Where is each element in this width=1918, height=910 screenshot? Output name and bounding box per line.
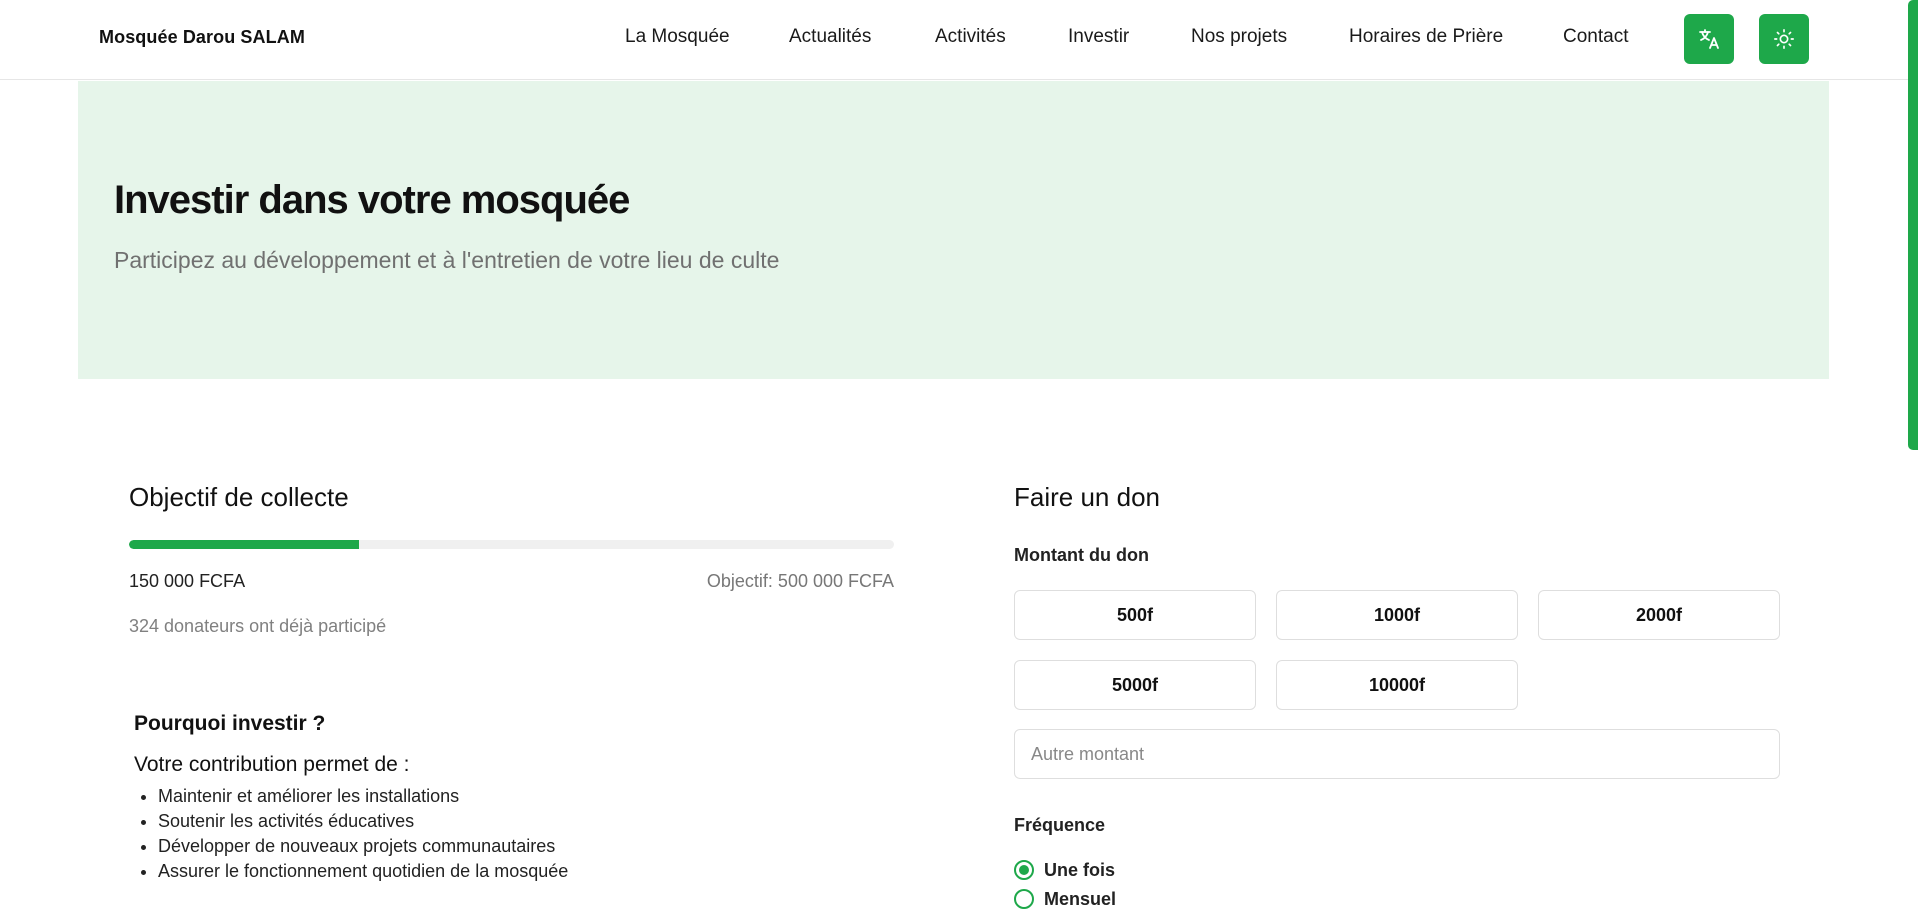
amount-option-5000[interactable]: 5000f: [1014, 660, 1256, 710]
theme-toggle-button[interactable]: [1759, 14, 1809, 64]
amount-label: Montant du don: [1014, 545, 1149, 565]
amount-option-1000[interactable]: 1000f: [1276, 590, 1518, 640]
frequency-label: Fréquence: [1014, 815, 1106, 835]
contribution-subtitle: Votre contribution permet de :: [134, 753, 410, 776]
nav-item-activites[interactable]: Activités: [935, 26, 1006, 48]
translate-icon: [1699, 29, 1719, 49]
radio-label-monthly: Mensuel: [1044, 888, 1117, 909]
nav-item-contact[interactable]: Contact: [1563, 26, 1628, 48]
goal-progress-fill: [129, 540, 359, 549]
goal-title: Objectif de collecte: [129, 482, 349, 512]
amount-raised: 150 000 FCFA: [129, 571, 246, 591]
site-header: Mosquée Darou SALAM La Mosquée Actualité…: [0, 0, 1918, 80]
donation-title: Faire un don: [1014, 482, 1160, 512]
amount-option-10000[interactable]: 10000f: [1276, 660, 1518, 710]
benefits-list: Maintenir et améliorer les installations…: [134, 784, 568, 884]
page-subtitle: Participez au développement et à l'entre…: [114, 247, 780, 273]
nav-item-horaires[interactable]: Horaires de Prière: [1349, 26, 1503, 48]
radio-label-once: Une fois: [1044, 859, 1116, 880]
page-scrollbar[interactable]: [1908, 0, 1918, 450]
language-button[interactable]: [1684, 14, 1734, 64]
hero-banner: Investir dans votre mosquée Participez a…: [78, 81, 1829, 379]
list-item: Développer de nouveaux projets communaut…: [158, 834, 568, 859]
nav-item-nos-projets[interactable]: Nos projets: [1191, 26, 1287, 48]
radio-monthly[interactable]: [1014, 889, 1034, 909]
goal-progress-bar: [129, 540, 894, 549]
page-title: Investir dans votre mosquée: [114, 178, 630, 222]
amount-option-2000[interactable]: 2000f: [1538, 590, 1780, 640]
nav-item-la-mosquee[interactable]: La Mosquée: [625, 26, 730, 48]
list-item: Maintenir et améliorer les installations: [158, 784, 568, 809]
list-item: Assurer le fonctionnement quotidien de l…: [158, 859, 568, 884]
list-item: Soutenir les activités éducatives: [158, 809, 568, 834]
sun-icon: [1774, 29, 1794, 49]
frequency-option-once[interactable]: Une fois: [1014, 859, 1115, 881]
donor-count: 324 donateurs ont déjà participé: [129, 616, 387, 636]
amount-target: Objectif: 500 000 FCFA: [706, 571, 894, 591]
amount-option-500[interactable]: 500f: [1014, 590, 1256, 640]
why-invest-title: Pourquoi investir ?: [134, 712, 326, 735]
site-brand[interactable]: Mosquée Darou SALAM: [99, 27, 305, 48]
nav-item-investir[interactable]: Investir: [1068, 26, 1129, 48]
radio-once[interactable]: [1014, 860, 1034, 880]
other-amount-input[interactable]: [1014, 729, 1780, 779]
frequency-option-monthly[interactable]: Mensuel: [1014, 888, 1116, 910]
nav-item-actualites[interactable]: Actualités: [789, 26, 871, 48]
